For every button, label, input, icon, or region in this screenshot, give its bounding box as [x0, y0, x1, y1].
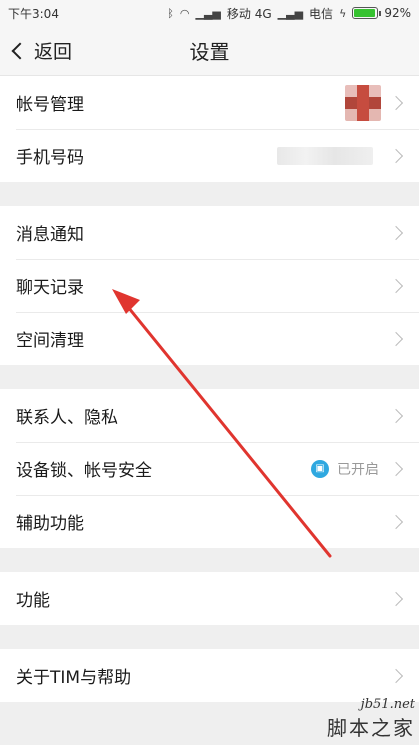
signal-icon: ▁▃▅: [195, 6, 221, 20]
chevron-left-icon: [11, 42, 29, 60]
chevron-right-icon: [388, 331, 404, 346]
settings-group: 关于TIM与帮助: [0, 649, 419, 702]
chevron-right-icon: [388, 591, 404, 606]
settings-row-label: 手机号码: [16, 148, 84, 168]
settings-row[interactable]: 关于TIM与帮助: [0, 649, 419, 702]
battery-fill: [354, 9, 375, 17]
charging-icon: ϟ: [339, 6, 347, 20]
chevron-right-icon: [388, 514, 404, 529]
chevron-right-icon: [388, 461, 404, 476]
carrier-1: 移动 4G: [226, 6, 272, 21]
signal-icon-2: ▁▃▅: [277, 6, 304, 20]
settings-row[interactable]: 联系人、隐私: [0, 389, 419, 442]
settings-row[interactable]: 功能: [0, 572, 419, 625]
settings-group: 帐号管理 手机号码: [0, 76, 419, 182]
settings-row-label: 帐号管理: [16, 95, 84, 115]
watermark-name: 脚本之家: [327, 716, 415, 740]
battery-percent: 92%: [384, 6, 411, 20]
carrier-2: 电信: [309, 6, 334, 21]
status-bar: 下午3:04 ᛒ ◠ ▁▃▅ 移动 4G ▁▃▅ 电信 ϟ 92%: [0, 0, 419, 26]
watermark-site: jb51.net: [360, 697, 415, 712]
settings-group: 消息通知聊天记录空间清理: [0, 206, 419, 365]
group-gap: [0, 182, 419, 206]
chevron-right-icon: [388, 148, 404, 163]
group-gap: [0, 365, 419, 389]
settings-row[interactable]: 帐号管理: [0, 76, 419, 129]
settings-row-label: 聊天记录: [16, 278, 84, 298]
settings-row[interactable]: 手机号码: [0, 129, 419, 182]
back-button[interactable]: 返回: [0, 37, 72, 64]
settings-row-label: 关于TIM与帮助: [16, 668, 132, 688]
chevron-right-icon: [388, 225, 404, 240]
settings-row-value: ▣ 已开启: [311, 459, 379, 479]
settings-row-label: 联系人、隐私: [16, 408, 118, 428]
group-gap: [0, 548, 419, 572]
screen: 下午3:04 ᛒ ◠ ▁▃▅ 移动 4G ▁▃▅ 电信 ϟ 92% 返回 设置 …: [0, 0, 419, 745]
back-label: 返回: [34, 41, 73, 63]
avatar: [345, 84, 381, 121]
settings-group: 联系人、隐私设备锁、帐号安全 ▣ 已开启辅助功能: [0, 389, 419, 548]
settings-row[interactable]: 空间清理: [0, 312, 419, 365]
chevron-right-icon: [388, 278, 404, 293]
settings-row[interactable]: 辅助功能: [0, 495, 419, 548]
battery-icon: [352, 7, 382, 19]
nav-bar: 返回 设置: [0, 26, 419, 76]
status-icons: ᛒ ◠ ▁▃▅ 移动 4G ▁▃▅ 电信 ϟ 92%: [167, 5, 411, 22]
lock-icon: ▣: [311, 459, 329, 478]
settings-row[interactable]: 消息通知: [0, 206, 419, 259]
wifi-icon: ◠: [179, 6, 190, 20]
settings-row-label: 设备锁、帐号安全: [16, 461, 152, 481]
settings-list: 帐号管理手机号码消息通知聊天记录空间清理联系人、隐私设备锁、帐号安全 ▣ 已开启辅助…: [0, 76, 419, 726]
settings-row[interactable]: 聊天记录: [0, 259, 419, 312]
bluetooth-icon: ᛒ: [167, 6, 174, 20]
settings-row-label: 消息通知: [16, 225, 84, 245]
settings-row-value-text: 已开启: [337, 461, 379, 478]
chevron-right-icon: [388, 668, 404, 683]
settings-row-label: 功能: [16, 591, 50, 611]
settings-group: 功能: [0, 572, 419, 625]
status-time: 下午3:04: [8, 6, 59, 21]
settings-row[interactable]: 设备锁、帐号安全 ▣ 已开启: [0, 442, 419, 495]
chevron-right-icon: [388, 408, 404, 423]
settings-row-label: 辅助功能: [16, 514, 84, 534]
group-gap: [0, 625, 419, 649]
settings-row-label: 空间清理: [16, 331, 84, 351]
phone-number-blurred: [277, 146, 373, 165]
watermark: jb51.net 脚本之家: [327, 697, 415, 741]
chevron-right-icon: [388, 95, 404, 110]
